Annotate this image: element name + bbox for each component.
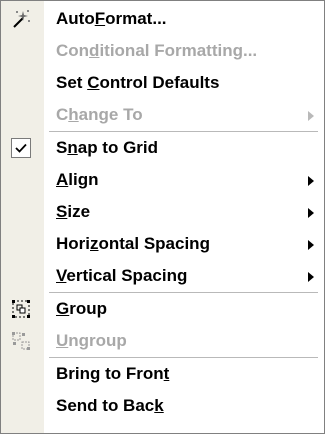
menu-item-ungroup[interactable]: Ungroup: [1, 325, 324, 357]
menu-item-label: Vertical Spacing: [56, 266, 188, 285]
ungroup-icon: [10, 330, 32, 352]
menu-item-label: Group: [56, 299, 108, 318]
menu-item-label: Change To: [56, 105, 143, 124]
menu-item-label: AutoFormat...: [56, 9, 167, 28]
submenu-arrow-icon: [308, 111, 314, 121]
menu-item-group[interactable]: Group: [1, 293, 324, 325]
menu-item-bring-to-front[interactable]: Bring to Front: [1, 358, 324, 390]
menu-item-snap-to-grid[interactable]: Snap to Grid: [1, 132, 324, 164]
menu-item-label: Horizontal Spacing: [56, 234, 210, 253]
menu-item-label: Send to Back: [56, 396, 164, 415]
menu-item-change-to[interactable]: Change To: [1, 99, 324, 131]
menu-item-label: Ungroup: [56, 331, 127, 350]
submenu-arrow-icon: [308, 176, 314, 186]
context-menu: AutoFormat... Conditional Formatting... …: [0, 0, 325, 434]
menu-item-label: Align: [56, 170, 99, 189]
menu-item-label: Conditional Formatting...: [56, 41, 258, 60]
menu-item-size[interactable]: Size: [1, 196, 324, 228]
menu-items: AutoFormat... Conditional Formatting... …: [1, 3, 324, 422]
menu-item-label: Set Control Defaults: [56, 73, 220, 92]
menu-item-horizontal-spacing[interactable]: Horizontal Spacing: [1, 228, 324, 260]
submenu-arrow-icon: [308, 240, 314, 250]
menu-item-set-control-defaults[interactable]: Set Control Defaults: [1, 67, 324, 99]
menu-item-vertical-spacing[interactable]: Vertical Spacing: [1, 260, 324, 292]
autoformat-wand-icon: [10, 8, 32, 30]
group-icon: [10, 298, 32, 320]
checkmark-icon: [11, 138, 31, 158]
submenu-arrow-icon: [308, 272, 314, 282]
menu-item-align[interactable]: Align: [1, 164, 324, 196]
menu-item-autoformat[interactable]: AutoFormat...: [1, 3, 324, 35]
submenu-arrow-icon: [308, 208, 314, 218]
menu-item-label: Bring to Front: [56, 364, 170, 383]
menu-item-send-to-back[interactable]: Send to Back: [1, 390, 324, 422]
menu-item-label: Size: [56, 202, 91, 221]
menu-item-label: Snap to Grid: [56, 138, 159, 157]
menu-item-conditional-formatting[interactable]: Conditional Formatting...: [1, 35, 324, 67]
